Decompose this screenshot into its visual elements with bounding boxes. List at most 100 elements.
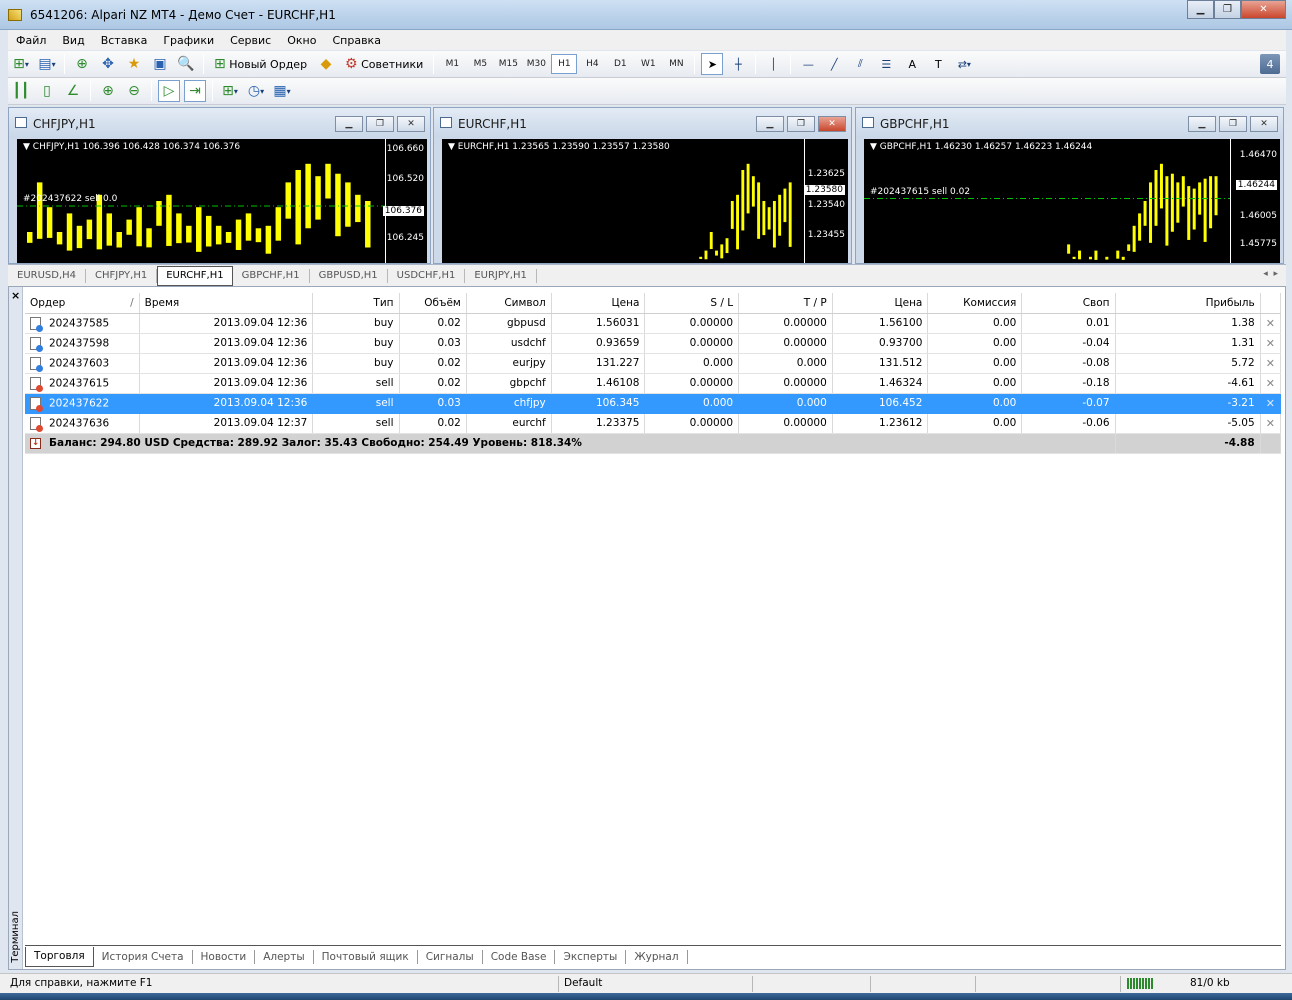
strategy-tester-icon[interactable]: 🔍 (175, 53, 197, 75)
chart-minimize-button[interactable]: ▁ (1188, 116, 1216, 132)
zoom-in-icon[interactable]: ⊕ (97, 80, 119, 102)
indicators-icon[interactable]: ⊞ ▾ (219, 80, 241, 102)
tab-scroll-arrows[interactable]: ◂ ▸ (1263, 269, 1278, 279)
chart-tab-eurjpy-h1[interactable]: EURJPY,H1 (465, 268, 537, 283)
minimize-button[interactable]: ▁ (1187, 0, 1214, 19)
menu-view[interactable]: Вид (54, 34, 92, 47)
chart-window-chfjpy[interactable]: CHFJPY,H1 ▁ ❐ ✕ ▼ CHFJPY,H1 106.396 106.42… (8, 107, 431, 264)
candlestick-icon[interactable]: ▯ (36, 80, 58, 102)
close-order-icon[interactable]: ✕ (1260, 373, 1282, 394)
terminal-tab-7[interactable]: Эксперты (555, 949, 627, 964)
chart-tab-chfjpy-h1[interactable]: CHFJPY,H1 (86, 268, 158, 283)
column-header[interactable]: Комиссия (927, 293, 1023, 314)
chart-window-eurchf[interactable]: EURCHF,H1 ▁ ❐ ✕ ▼ EURCHF,H1 1.23565 1.2359… (433, 107, 852, 264)
chart-close-button[interactable]: ✕ (1250, 116, 1278, 132)
menu-file[interactable]: Файл (8, 34, 54, 47)
line-chart-icon[interactable]: ∠ (62, 80, 84, 102)
text-tool-icon[interactable]: A (901, 53, 923, 75)
order-row[interactable]: 202437598 2013.09.04 12:36 buy 0.03 usdchf 0.… (25, 333, 1282, 354)
templates-icon[interactable]: ▦ ▾ (271, 80, 293, 102)
chart-minimize-button[interactable]: ▁ (335, 116, 363, 132)
maximize-button[interactable]: ❐ (1214, 0, 1241, 19)
terminal-tab-6[interactable]: Code Base (483, 949, 556, 964)
timeframe-d1[interactable]: D1 (607, 54, 633, 74)
column-header[interactable]: Символ (466, 293, 552, 314)
close-order-icon[interactable]: ✕ (1260, 393, 1282, 414)
cursor-tool-icon[interactable]: ➤ (701, 53, 724, 75)
chart-restore-button[interactable]: ❐ (787, 116, 815, 132)
terminal-close-icon[interactable]: × (11, 289, 20, 302)
channel-icon[interactable]: ⫽ (849, 53, 871, 75)
chart-tab-gbpchf-h1[interactable]: GBPCHF,H1 (233, 268, 310, 283)
timeframe-mn[interactable]: MN (663, 54, 689, 74)
zoom-out-icon[interactable]: ⊖ (123, 80, 145, 102)
profiles-button[interactable]: ▤ ▾ (36, 53, 58, 75)
vertical-line-icon[interactable]: │ (762, 53, 784, 75)
price-chart[interactable]: ▼ CHFJPY,H1 106.396 106.428 106.374 106.… (17, 139, 427, 263)
data-window-icon[interactable]: ✥ (97, 53, 119, 75)
timeframe-w1[interactable]: W1 (635, 54, 661, 74)
new-order-button[interactable]: ⊞ Новый Ордер (210, 53, 311, 75)
order-row[interactable]: 202437585 2013.09.04 12:36 buy 0.02 gbpusd 1.… (25, 313, 1282, 334)
text-label-icon[interactable]: T (927, 53, 949, 75)
close-order-icon[interactable]: ✕ (1260, 413, 1282, 434)
column-header[interactable]: Своп (1021, 293, 1116, 314)
chart-restore-button[interactable]: ❐ (1219, 116, 1247, 132)
autoscroll-icon[interactable]: ▷ (158, 80, 180, 102)
menu-window[interactable]: Окно (279, 34, 324, 47)
terminal-tab-2[interactable]: Новости (193, 949, 256, 964)
bar-chart-icon[interactable]: ┃┃ (10, 80, 32, 102)
metaeditor-icon[interactable]: ◆ (315, 53, 337, 75)
terminal-tab-4[interactable]: Почтовый ящик (314, 949, 418, 964)
column-header[interactable]: Тип (312, 293, 400, 314)
close-order-icon[interactable]: ✕ (1260, 333, 1282, 354)
price-scale[interactable]: 1.46470 1.46244 1.46005 1.45775 (1230, 139, 1280, 263)
chart-tab-gbpusd-h1[interactable]: GBPUSD,H1 (310, 268, 388, 283)
menu-charts[interactable]: Графики (155, 34, 222, 47)
terminal-tab-3[interactable]: Алерты (255, 949, 314, 964)
terminal-icon[interactable]: ▣ (149, 53, 171, 75)
price-chart[interactable]: ▼ GBPCHF,H1 1.46230 1.46257 1.46223 1.46… (864, 139, 1280, 263)
column-header[interactable]: Цена (551, 293, 646, 314)
column-header[interactable]: Время (139, 293, 314, 314)
chart-window-gbpchf[interactable]: GBPCHF,H1 ▁ ❐ ✕ ▼ GBPCHF,H1 1.46230 1.4625… (855, 107, 1284, 264)
chart-tab-eurchf-h1[interactable]: EURCHF,H1 (157, 265, 233, 286)
trendline-icon[interactable]: ╱ (823, 53, 845, 75)
periods-clock-icon[interactable]: ◷ ▾ (245, 80, 267, 102)
chart-close-button[interactable]: ✕ (397, 116, 425, 132)
close-order-icon[interactable]: ✕ (1260, 313, 1282, 334)
column-header[interactable]: Прибыль (1115, 293, 1261, 314)
timeframe-h4[interactable]: H4 (579, 54, 605, 74)
market-watch-icon[interactable]: ⊕ (71, 53, 93, 75)
terminal-tab-8[interactable]: Журнал (626, 949, 688, 964)
chart-tab-eurusd-h4[interactable]: EURUSD,H4 (8, 268, 87, 283)
menu-help[interactable]: Справка (324, 34, 388, 47)
close-order-icon[interactable]: ✕ (1260, 353, 1282, 374)
chart-restore-button[interactable]: ❐ (366, 116, 394, 132)
new-chart-button[interactable]: ⊞ ▾ (10, 53, 32, 75)
column-header[interactable]: S / L (644, 293, 740, 314)
column-header[interactable]: Цена (832, 293, 929, 314)
column-header[interactable]: T / P (738, 293, 833, 314)
timeframe-m5[interactable]: M5 (467, 54, 493, 74)
timeframe-m15[interactable]: M15 (495, 54, 521, 74)
price-scale[interactable]: 1.23625 1.23580 1.23540 1.23455 (803, 139, 848, 263)
fibonacci-icon[interactable]: ☰ (875, 53, 897, 75)
order-row[interactable]: 202437615 2013.09.04 12:36 sell 0.02 gbpchf 1… (25, 373, 1282, 394)
chart-tab-usdchf-h1[interactable]: USDCHF,H1 (388, 268, 466, 283)
order-row[interactable]: 202437636 2013.09.04 12:37 sell 0.02 eurchf 1… (25, 413, 1282, 434)
chart-close-button[interactable]: ✕ (818, 116, 846, 132)
column-header[interactable]: Объём (399, 293, 467, 314)
terminal-tab-5[interactable]: Сигналы (418, 949, 483, 964)
chart-shift-icon[interactable]: ⇥ (184, 80, 206, 102)
order-row[interactable]: 202437622 2013.09.04 12:36 sell 0.03 chfjpy 1… (25, 393, 1282, 414)
timeframe-m1[interactable]: M1 (439, 54, 465, 74)
crosshair-tool-icon[interactable]: ┼ (727, 53, 749, 75)
column-header[interactable]: Ордер / (25, 293, 140, 314)
terminal-tab-0[interactable]: Торговля (25, 946, 94, 967)
expert-advisors-button[interactable]: ⚙ Советники (341, 53, 427, 75)
price-scale[interactable]: 106.660 106.520 106.376 106.245 (382, 139, 427, 263)
chart-minimize-button[interactable]: ▁ (756, 116, 784, 132)
price-chart[interactable]: ▼ EURCHF,H1 1.23565 1.23590 1.23557 1.23… (442, 139, 848, 263)
navigator-icon[interactable]: ★ (123, 53, 145, 75)
